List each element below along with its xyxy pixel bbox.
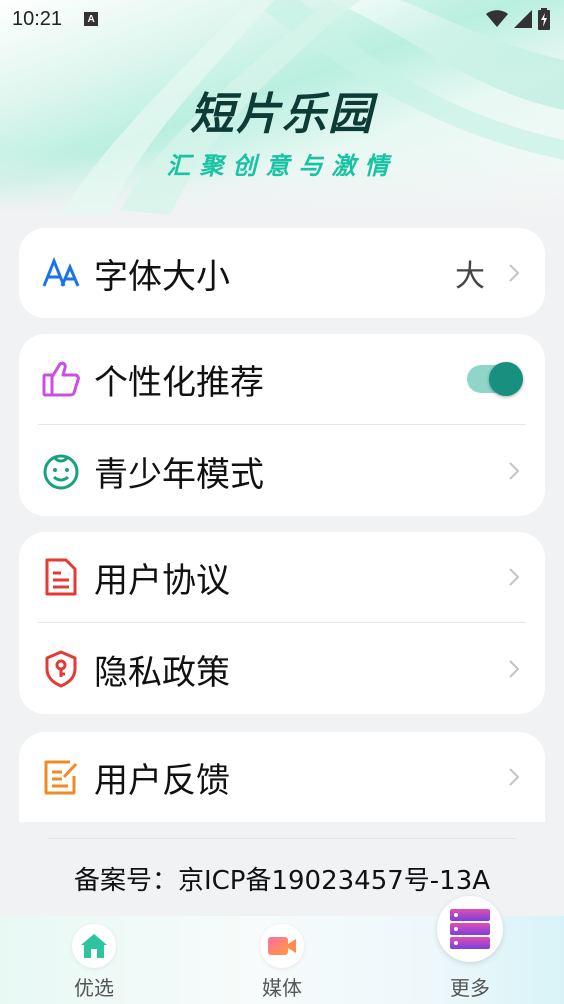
- bottom-tab-bar: 优选 媒体 更多: [0, 896, 564, 1004]
- notification-icon: A: [84, 12, 99, 26]
- chevron-right-icon: [509, 660, 520, 678]
- divider: [38, 424, 526, 425]
- status-time: 10:21: [12, 7, 63, 30]
- tab-home[interactable]: 优选: [34, 916, 154, 1004]
- chevron-right-icon: [509, 264, 520, 282]
- feedback-row[interactable]: 用户反馈: [19, 732, 545, 822]
- server-stack-icon: [437, 896, 503, 962]
- app-title: 短片乐园: [190, 89, 374, 140]
- font-size-icon: [41, 253, 81, 293]
- thumbs-up-icon: [41, 359, 81, 399]
- font-size-value: 大: [455, 259, 485, 294]
- preferences-card: 个性化推荐 青少年模式: [19, 334, 545, 516]
- wifi-icon: [486, 10, 508, 27]
- divider: [38, 622, 526, 623]
- child-face-icon: [41, 451, 81, 491]
- icp-filing-text: 备案号：京ICP备19023457号-13A: [73, 866, 491, 896]
- tab-more-label: 更多: [450, 976, 490, 1000]
- privacy-policy-label: 隐私政策: [94, 652, 230, 693]
- teen-mode-row[interactable]: 青少年模式: [19, 426, 545, 516]
- user-agreement-row[interactable]: 用户协议: [19, 532, 545, 622]
- feedback-label: 用户反馈: [94, 760, 230, 801]
- personalized-toggle[interactable]: [467, 362, 523, 396]
- signal-icon: [514, 10, 532, 28]
- personalized-row: 个性化推荐: [19, 334, 545, 424]
- tab-more[interactable]: 更多: [410, 896, 530, 1004]
- legal-card: 用户协议 隐私政策: [19, 532, 545, 714]
- divider: [48, 838, 516, 839]
- battery-charging-icon: [538, 8, 550, 30]
- font-size-card: 字体大小 大: [19, 228, 545, 318]
- video-camera-icon: [260, 924, 304, 968]
- home-icon: [72, 924, 116, 968]
- shield-key-icon: [41, 649, 81, 689]
- chevron-right-icon: [509, 462, 520, 480]
- teen-mode-label: 青少年模式: [94, 454, 264, 495]
- chevron-right-icon: [509, 768, 520, 786]
- tab-home-label: 优选: [74, 976, 114, 1000]
- privacy-policy-row[interactable]: 隐私政策: [19, 624, 545, 714]
- chevron-right-icon: [509, 568, 520, 586]
- status-indicators: [486, 8, 550, 30]
- status-bar: 10:21 A: [0, 0, 564, 38]
- personalized-label: 个性化推荐: [94, 362, 264, 403]
- edit-note-icon: [41, 757, 81, 797]
- user-agreement-label: 用户协议: [94, 560, 230, 601]
- font-size-row[interactable]: 字体大小 大: [19, 228, 545, 318]
- document-icon: [41, 557, 81, 597]
- toggle-knob: [489, 362, 523, 396]
- app-slogan: 汇聚创意与激情: [166, 152, 398, 180]
- tab-media-label: 媒体: [262, 976, 302, 1000]
- font-size-label: 字体大小: [94, 256, 230, 297]
- tab-media[interactable]: 媒体: [222, 916, 342, 1004]
- feedback-card: 用户反馈: [19, 732, 545, 822]
